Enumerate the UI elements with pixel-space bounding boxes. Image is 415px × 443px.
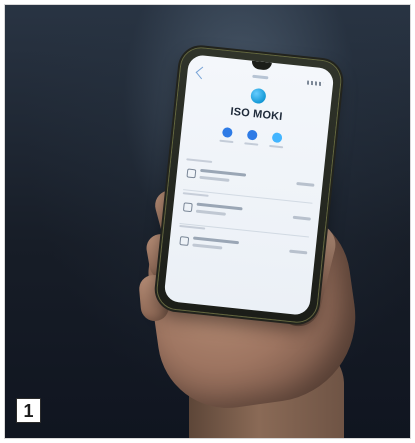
smartphone: ISO MOKI	[155, 46, 343, 324]
text-line	[196, 202, 243, 211]
call-button-icon	[221, 126, 233, 138]
status-icons	[306, 80, 324, 87]
phone-icon	[186, 168, 197, 179]
contact-name: ISO MOKI	[229, 105, 284, 124]
image-number-badge: 1	[16, 398, 41, 423]
back-arrow-icon	[195, 66, 209, 80]
text-line	[200, 168, 247, 177]
action-label-placeholder	[244, 142, 259, 146]
text-line	[289, 249, 308, 255]
contact-actions	[219, 126, 287, 156]
text-line	[296, 181, 315, 187]
header-indicator	[252, 74, 269, 80]
photo-scene: ISO MOKI	[4, 4, 411, 439]
action-label-placeholder	[269, 144, 284, 149]
text-line	[199, 175, 230, 182]
contact-detail-list	[176, 156, 316, 271]
action-label-placeholder	[219, 139, 234, 144]
camera-notch	[251, 60, 272, 71]
text-line	[195, 209, 226, 216]
message-icon	[182, 202, 193, 213]
text-line	[192, 243, 223, 250]
contact-avatar	[250, 87, 267, 105]
text-line	[292, 215, 311, 221]
phone-screen: ISO MOKI	[163, 54, 335, 316]
text-line	[193, 236, 240, 245]
message-button-icon	[246, 129, 258, 141]
video-icon	[179, 236, 190, 246]
video-button-icon	[271, 132, 283, 144]
